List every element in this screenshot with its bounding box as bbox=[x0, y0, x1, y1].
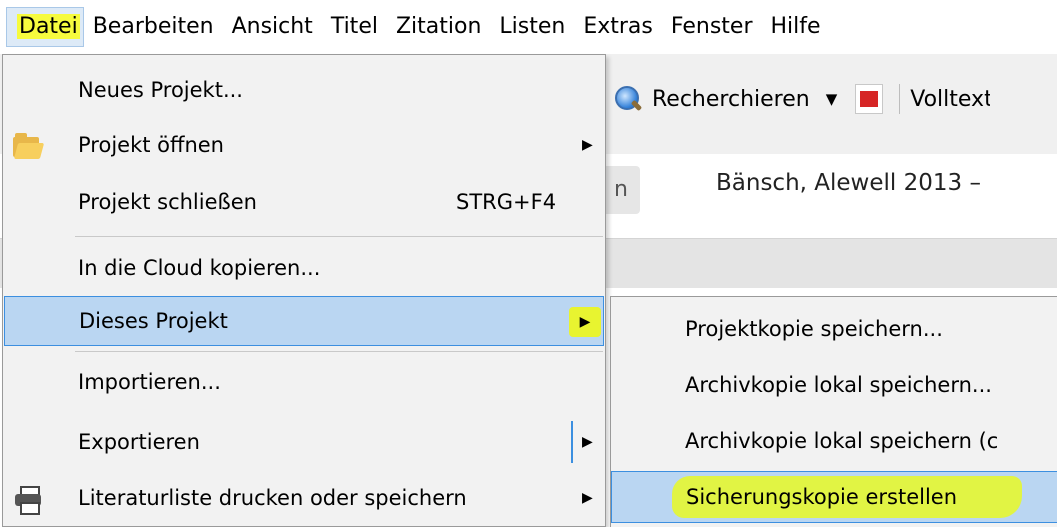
menu-item-cloud-kopieren[interactable]: In die Cloud kopieren... bbox=[4, 243, 604, 293]
folder-open-icon bbox=[12, 129, 45, 161]
chevron-right-icon: ▶ bbox=[582, 137, 593, 153]
menu-item-label: Exportieren bbox=[78, 430, 200, 454]
menu-item-label: Projekt schließen bbox=[78, 190, 257, 214]
submenu-item-label: Archivkopie lokal speichern (c bbox=[685, 429, 999, 453]
menu-bearbeiten[interactable]: Bearbeiten bbox=[84, 7, 223, 47]
magnifier-icon bbox=[612, 84, 643, 114]
datei-dropdown: Neues Projekt... Projekt öffnen ▶ Projek… bbox=[2, 54, 606, 527]
menu-separator bbox=[75, 236, 603, 237]
split-divider bbox=[571, 421, 573, 463]
menu-item-projekt-schliessen[interactable]: Projekt schließen STRG+F4 bbox=[4, 177, 604, 227]
menu-item-shortcut: STRG+F4 bbox=[456, 190, 557, 214]
dieses-projekt-submenu: Projektkopie speichern... Archivkopie lo… bbox=[610, 296, 1057, 527]
toolbar-separator bbox=[899, 84, 901, 114]
chevron-right-icon: ▶ bbox=[582, 434, 593, 450]
submenu-item-label: Sicherungskopie erstellen bbox=[686, 485, 958, 509]
toolbar-search-group[interactable]: Recherchieren ▼ Volltext bbox=[612, 82, 990, 116]
menu-zitation[interactable]: Zitation bbox=[387, 7, 490, 47]
menu-titel[interactable]: Titel bbox=[322, 7, 387, 47]
search-button-label[interactable]: Recherchieren bbox=[652, 87, 810, 112]
menu-item-neues-projekt[interactable]: Neues Projekt... bbox=[4, 65, 604, 115]
menu-item-label: Importieren... bbox=[78, 370, 221, 394]
chevron-down-icon[interactable]: ▼ bbox=[826, 90, 838, 108]
submenu-item-label: Archivkopie lokal speichern... bbox=[685, 373, 992, 397]
menu-item-exportieren[interactable]: Exportieren ▶ bbox=[4, 417, 604, 467]
chevron-right-icon: ▶ bbox=[569, 307, 601, 337]
reference-title: Bänsch, Alewell 2013 – bbox=[716, 170, 981, 196]
menu-ansicht[interactable]: Ansicht bbox=[223, 7, 322, 47]
menu-item-label: Projekt öffnen bbox=[78, 133, 224, 157]
menu-item-dieses-projekt[interactable]: Dieses Projekt ▶ bbox=[4, 296, 604, 346]
menu-item-projekt-oeffnen[interactable]: Projekt öffnen ▶ bbox=[4, 120, 604, 170]
submenu-item-sicherungskopie[interactable]: Sicherungskopie erstellen bbox=[611, 471, 1057, 523]
submenu-item-projektkopie[interactable]: Projektkopie speichern... bbox=[611, 303, 1057, 355]
submenu-item-archivkopie-c[interactable]: Archivkopie lokal speichern (c bbox=[611, 415, 1057, 467]
menu-item-importieren[interactable]: Importieren... bbox=[4, 357, 604, 407]
submenu-item-label: Projektkopie speichern... bbox=[685, 317, 943, 341]
menu-item-label: Neues Projekt... bbox=[78, 78, 243, 102]
menu-hilfe[interactable]: Hilfe bbox=[762, 7, 830, 47]
menu-fenster[interactable]: Fenster bbox=[662, 7, 762, 47]
menu-bar: Datei Bearbeiten Ansicht Titel Zitation … bbox=[0, 0, 1057, 54]
submenu-item-archivkopie[interactable]: Archivkopie lokal speichern... bbox=[611, 359, 1057, 411]
printer-icon bbox=[12, 482, 44, 515]
menu-extras[interactable]: Extras bbox=[574, 7, 662, 47]
menu-item-label: Literaturliste drucken oder speichern bbox=[78, 486, 467, 510]
menu-datei[interactable]: Datei bbox=[6, 7, 84, 47]
chevron-right-icon: ▶ bbox=[582, 490, 593, 506]
menu-separator bbox=[75, 351, 603, 352]
fulltext-button-label[interactable]: Volltext bbox=[910, 87, 990, 112]
menu-item-label: In die Cloud kopieren... bbox=[78, 256, 321, 280]
menu-listen[interactable]: Listen bbox=[490, 7, 574, 47]
menu-item-label: Dieses Projekt bbox=[79, 309, 228, 333]
pdf-icon[interactable] bbox=[855, 84, 884, 114]
menu-datei-label: Datei bbox=[17, 14, 80, 39]
menu-item-literaturliste-drucken[interactable]: Literaturliste drucken oder speichern ▶ bbox=[4, 473, 604, 523]
